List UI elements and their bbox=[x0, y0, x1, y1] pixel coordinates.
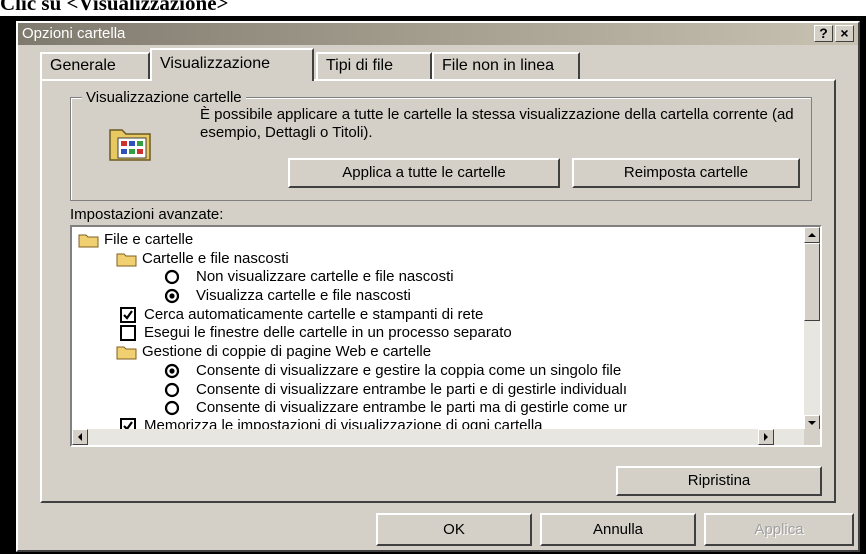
help-button[interactable]: ? bbox=[814, 25, 833, 42]
radio-checked-icon bbox=[164, 363, 180, 379]
list-item-label: Cartelle e file nascosti bbox=[142, 250, 289, 267]
tab-generale[interactable]: Generale bbox=[40, 52, 150, 79]
folder-icon bbox=[116, 346, 137, 360]
ok-button[interactable]: OK bbox=[376, 513, 532, 546]
advanced-settings-label: Impostazioni avanzate: bbox=[70, 206, 224, 223]
list-item-label: Consente di visualizzare entrambe le par… bbox=[196, 381, 628, 398]
window-title: Opzioni cartella bbox=[22, 25, 126, 42]
radio-checked-icon bbox=[164, 288, 180, 304]
advanced-settings-list[interactable]: File e cartelle Cartelle e file nascosti… bbox=[70, 225, 822, 447]
title-bar[interactable]: Opzioni cartella ? × bbox=[18, 23, 858, 45]
tab-file-non-in-linea[interactable]: File non in linea bbox=[432, 52, 580, 79]
radio-unchecked-icon bbox=[164, 269, 180, 285]
scrollbar-corner bbox=[804, 429, 820, 445]
list-item-label: Cerca automaticamente cartelle e stampan… bbox=[144, 306, 484, 323]
tab-visualizzazione[interactable]: Visualizzazione bbox=[150, 48, 314, 81]
checkbox-unchecked-icon bbox=[120, 325, 136, 341]
scroll-up-icon[interactable] bbox=[804, 227, 820, 243]
list-item-label: Visualizza cartelle e file nascosti bbox=[196, 287, 411, 304]
restore-defaults-button[interactable]: Ripristina bbox=[616, 466, 822, 496]
list-item-label: Consente di visualizzare e gestire la co… bbox=[196, 362, 622, 379]
reset-folders-button[interactable]: Reimposta cartelle bbox=[572, 158, 800, 188]
cancel-button[interactable]: Annulla bbox=[540, 513, 696, 546]
horizontal-scrollbar[interactable] bbox=[72, 429, 804, 445]
vertical-scroll-thumb[interactable] bbox=[804, 243, 820, 321]
scroll-right-icon[interactable] bbox=[758, 429, 774, 445]
checkbox-checked-icon bbox=[120, 307, 136, 323]
list-item-label: File e cartelle bbox=[104, 231, 194, 248]
close-button[interactable]: × bbox=[835, 25, 854, 42]
list-item-label: Gestione di coppie di pagine Web e carte… bbox=[142, 343, 432, 360]
folder-icon bbox=[78, 234, 99, 248]
apply-all-folders-button[interactable]: Applica a tutte le cartelle bbox=[288, 158, 560, 188]
list-item-label: Consente di visualizzare entrambe le par… bbox=[196, 399, 628, 416]
page-heading: Clic su <Visualizzazione> bbox=[0, 0, 229, 15]
radio-unchecked-icon bbox=[164, 400, 180, 416]
folder-view-legend: Visualizzazione cartelle bbox=[82, 89, 246, 106]
folder-view-icon bbox=[106, 120, 154, 169]
tab-tipi-di-file[interactable]: Tipi di file bbox=[316, 52, 432, 79]
list-item-label: Non visualizzare cartelle e file nascost… bbox=[196, 268, 454, 285]
radio-unchecked-icon bbox=[164, 382, 180, 398]
folder-icon bbox=[116, 253, 137, 267]
scroll-left-icon[interactable] bbox=[72, 429, 88, 445]
apply-button[interactable]: Applica bbox=[704, 513, 854, 546]
folder-view-description: È possibile applicare a tutte le cartell… bbox=[200, 106, 794, 141]
list-item-label: Esegui le finestre delle cartelle in un … bbox=[144, 324, 512, 341]
